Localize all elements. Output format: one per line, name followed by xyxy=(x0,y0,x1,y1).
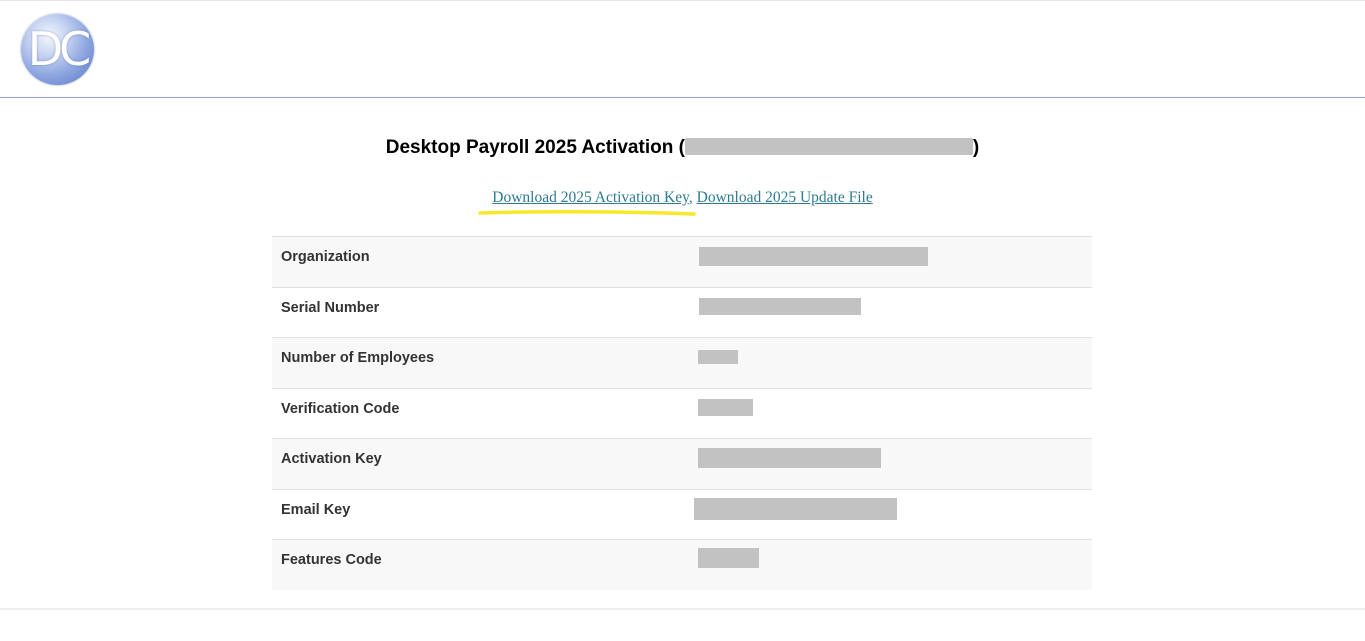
link-separator: , xyxy=(688,189,693,206)
logo-text: DC xyxy=(27,22,92,76)
highlight-underline xyxy=(478,209,696,216)
bottom-rule xyxy=(0,608,1365,610)
header: DC xyxy=(0,1,1365,98)
redacted-serial xyxy=(684,137,973,155)
row-label-features-code: Features Code xyxy=(281,552,382,568)
activation-info-table: Organization Serial Number Number of Emp… xyxy=(272,236,1092,590)
row-label-email-key: Email Key xyxy=(281,501,351,518)
table-row: Verification Code xyxy=(272,387,1092,439)
download-update-file-link[interactable]: Download 2025 Update File xyxy=(697,189,873,206)
row-label-activation-key: Activation Key xyxy=(281,451,382,467)
table-row: Email Key xyxy=(272,488,1092,540)
table-row: Features Code xyxy=(272,539,1092,590)
redacted-activation-key xyxy=(698,448,881,468)
download-activation-key-link[interactable]: Download 2025 Activation Key xyxy=(492,189,689,206)
redacted-features-code xyxy=(698,548,759,568)
row-label-number-of-employees: Number of Employees xyxy=(281,350,435,366)
title-prefix: Desktop Payroll 2025 Activation ( xyxy=(385,137,685,158)
table-row: Organization xyxy=(272,236,1092,287)
table-row: Serial Number xyxy=(272,286,1092,338)
redacted-serial-number xyxy=(699,297,861,315)
redacted-email-key xyxy=(694,497,897,520)
title-suffix: ) xyxy=(972,137,980,158)
row-label-verification-code: Verification Code xyxy=(281,400,400,417)
table-row: Activation Key xyxy=(272,438,1092,489)
redacted-organization xyxy=(699,247,928,266)
row-label-organization: Organization xyxy=(281,249,370,265)
table-row: Number of Employees xyxy=(272,337,1092,388)
redacted-verification-code xyxy=(698,398,753,416)
page: DC Desktop Payroll 2025 Activation () Do… xyxy=(0,0,1365,641)
page-title: Desktop Payroll 2025 Activation () xyxy=(0,136,1365,160)
download-links: Download 2025 Activation Key, Download 2… xyxy=(0,188,1365,208)
company-logo[interactable]: DC xyxy=(21,14,94,85)
redacted-number-of-employees xyxy=(698,350,738,364)
row-label-serial-number: Serial Number xyxy=(281,299,380,316)
